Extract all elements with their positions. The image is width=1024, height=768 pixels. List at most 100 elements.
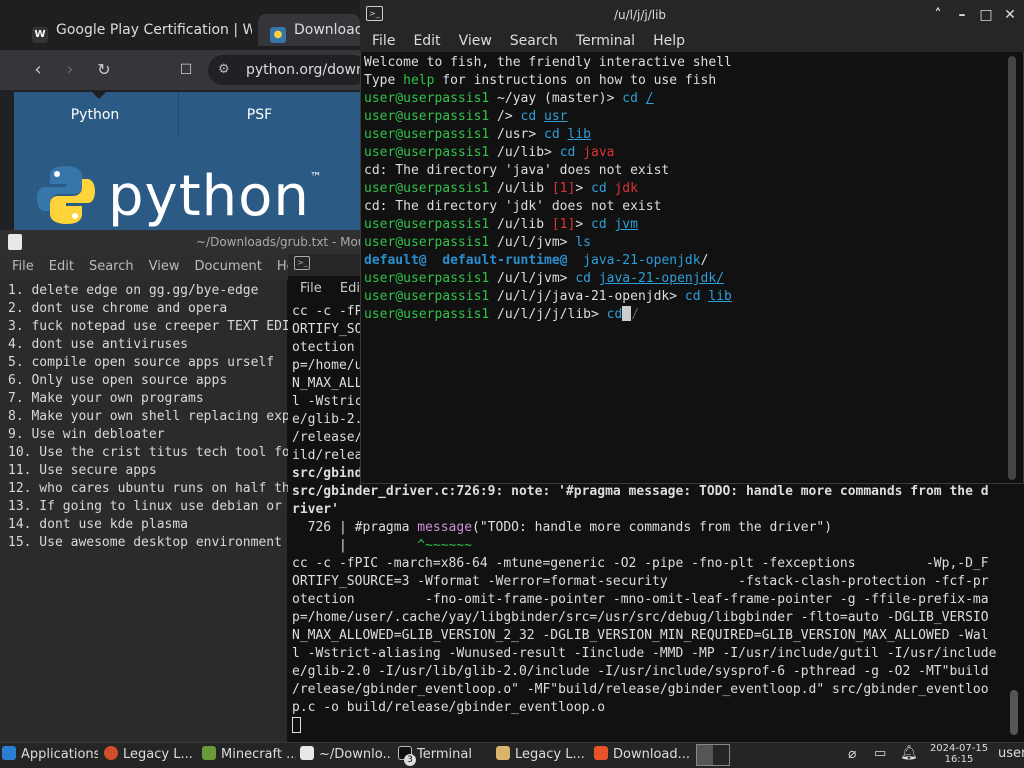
prompt-cwd: /u/l/j/java-21-openjdk> (489, 289, 685, 304)
terminal-back-scrollbar[interactable] (1010, 690, 1018, 735)
output-line: N_MAX_ALLO (292, 376, 360, 391)
error-line: cd: The directory 'java' does not exist (364, 163, 670, 178)
terminal-front-menubar: File Edit View Search Terminal Help (360, 30, 1024, 52)
clock-date: 2024-07-15 (929, 743, 989, 754)
taskbar-legacy-launcher[interactable]: Legacy L... (104, 744, 196, 766)
menu-edit[interactable]: Edit (340, 281, 360, 296)
browser-tabstrip: W Google Play Certification | Waydroid ● D… (0, 0, 360, 50)
menu-search[interactable]: Search (510, 33, 558, 49)
taskbar-mousepad[interactable]: ~/Downlo... (300, 744, 392, 766)
minecraft-icon (202, 746, 216, 760)
taskbar-minecraft[interactable]: Minecraft ... (202, 744, 296, 766)
menu-edit[interactable]: Edit (49, 259, 74, 274)
prompt-user: user@userpassis1 (364, 127, 490, 142)
tab-download-python[interactable]: ● Download Python (258, 14, 360, 46)
tab-label: Download Python (294, 22, 360, 38)
menu-view[interactable]: View (149, 259, 180, 274)
prompt-line: user@userpassis1 /u/l/j/java-21-openjdk>… (364, 288, 1004, 306)
menu-file[interactable]: File (372, 33, 395, 49)
help-line: Type help for instructions on how to use… (364, 72, 1004, 90)
prompt-cwd: /> (489, 109, 521, 124)
menu-view[interactable]: View (459, 33, 492, 49)
nav-psf[interactable]: PSF (178, 92, 340, 138)
workspace-switcher[interactable] (696, 744, 730, 766)
notification-bell-icon[interactable]: 🔔︎ (900, 745, 918, 761)
command: ls (575, 235, 591, 250)
prompt-user: user@userpassis1 (364, 109, 490, 124)
workspace-1[interactable] (697, 745, 713, 765)
clock-time: 16:15 (944, 754, 974, 765)
output-line: l -Wstrict-aliasing -Wunused-result -Iin… (292, 646, 997, 661)
output-line: ild/releas (292, 448, 360, 463)
terminal-back-menubar: File Edit (288, 276, 360, 302)
prompt-user: user@userpassis1 (364, 235, 490, 250)
folder-icon (496, 746, 510, 760)
command-arg: lib (567, 127, 591, 142)
mousepad-icon (300, 746, 314, 760)
terminal-front-scrollbar[interactable] (1008, 56, 1016, 480)
taskbar-browser[interactable]: Download... (594, 744, 690, 766)
text-line: 12. who cares ubuntu runs on half the se… (8, 481, 288, 496)
mic-muted-icon[interactable]: ⌀ (848, 746, 856, 762)
minimize-icon[interactable]: ˄ (928, 5, 948, 25)
taskbar-label: Legacy L... (123, 747, 193, 762)
output-line: p.c -o build/release/gbinder_eventloop.o (292, 700, 606, 715)
tab-google-play[interactable]: W Google Play Certification | Waydroid (20, 14, 252, 46)
taskbar-label: Minecraft ... (221, 747, 296, 762)
caret-prefix: | (292, 538, 418, 553)
close-button[interactable]: ✕ (1000, 5, 1020, 25)
menu-file[interactable]: File (300, 281, 322, 296)
compiler-note-line: src/gbinder_driver.c:726:9: note: '#prag… (292, 484, 989, 499)
site-settings-icon[interactable]: ⚙ (218, 55, 230, 85)
menu-document[interactable]: Document (194, 259, 261, 274)
help-pre: Type (364, 73, 404, 88)
firefox-icon (104, 746, 118, 760)
menu-edit[interactable]: Edit (413, 33, 440, 49)
ls-entry: default@ (364, 253, 427, 268)
mousepad-titlebar[interactable]: ~/Downloads/grub.txt - Mousepad (0, 230, 402, 254)
output-line: /release/g (292, 430, 360, 445)
applications-icon (2, 746, 16, 760)
back-icon[interactable]: ‹ (26, 58, 50, 82)
output-line: ORTIFY_SOU (292, 322, 360, 337)
output-line: e/glib-2.0 (292, 412, 360, 427)
taskbar-label: Applications (21, 747, 98, 762)
applications-menu[interactable]: Applications (2, 744, 98, 766)
forward-icon[interactable]: › (58, 58, 82, 82)
terminal-front-title: /u/l/j/j/lib (613, 8, 667, 22)
wordmark-text: python (108, 164, 310, 229)
command: cd (520, 109, 545, 124)
menu-terminal[interactable]: Terminal (576, 33, 635, 49)
taskbar-label: Legacy L... (515, 747, 585, 762)
text-line: 6. Only use open source apps (8, 373, 228, 388)
menu-file[interactable]: File (12, 259, 34, 274)
minimize-button[interactable]: – (952, 5, 972, 25)
prompt-user: user@userpassis1 (364, 91, 490, 106)
mousepad-icon (8, 234, 22, 250)
reload-icon[interactable]: ↻ (92, 58, 116, 82)
cursor (622, 306, 632, 321)
prompt-cwd: /u/l/jvm> (489, 235, 576, 250)
taskbar-terminal[interactable]: Terminal 3 (398, 744, 490, 766)
menu-help[interactable]: Help (653, 33, 685, 49)
clock[interactable]: 2024-07-15 16:15 (926, 743, 992, 767)
user-menu[interactable]: user (998, 746, 1024, 761)
output-line: cc -c -fPIC -march=x86-64 -mtune=generic… (292, 556, 989, 571)
command-arg: jvm (614, 217, 638, 232)
python-wordmark: python™ (108, 164, 323, 229)
taskbar-files[interactable]: Legacy L... (496, 744, 588, 766)
pragma-keyword: message (417, 520, 473, 535)
battery-icon[interactable]: ▭ (874, 746, 886, 761)
editor-text-area[interactable]: 1. delete edge on gg.gg/bye-edge 2. dont … (0, 282, 288, 742)
terminal-back-output: src/gbinder_driver.c:726:9: note: '#prag… (292, 483, 1008, 738)
maximize-button[interactable]: □ (976, 5, 996, 25)
terminal-front-output[interactable]: Welcome to fish, the friendly interactiv… (364, 54, 1004, 482)
ls-slash: / (700, 253, 709, 268)
bookmark-icon[interactable]: ☐ (174, 58, 198, 82)
url-bar[interactable]: ⚙ python.org/downloads/ (208, 55, 368, 85)
menu-search[interactable]: Search (89, 259, 134, 274)
output-line: otection -fno-omit-frame-pointer -mno-om… (292, 592, 989, 607)
command: cd (575, 271, 599, 286)
menu-help[interactable]: Help (277, 259, 288, 274)
text-line: 1. delete edge on gg.gg/bye-edge (8, 283, 259, 298)
